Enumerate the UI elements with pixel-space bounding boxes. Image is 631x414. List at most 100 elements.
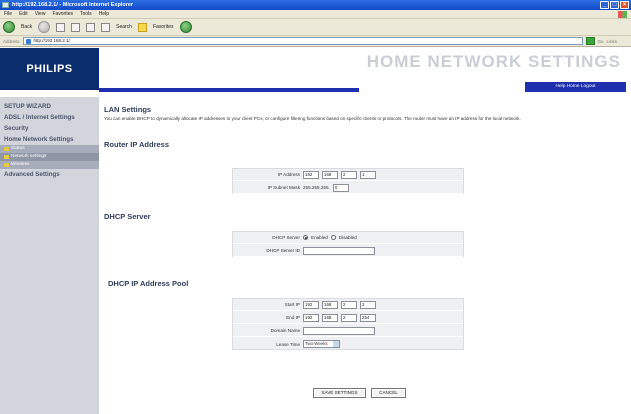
dhcp-server-id-label: DHCP Server ID bbox=[266, 248, 300, 253]
window-controls: _ □ × bbox=[600, 1, 629, 9]
router-ip-heading: Router IP Address bbox=[104, 140, 170, 149]
go-icon[interactable] bbox=[585, 37, 595, 45]
address-label: Address bbox=[3, 38, 20, 44]
subnet-mask-row: IP Subnet Mask 255.255.255. 0 bbox=[233, 182, 463, 194]
end-ip-octet-2[interactable]: 168 bbox=[322, 313, 338, 322]
dhcp-server-form: DHCP Server Enabled Disabled DHCP Server… bbox=[232, 231, 464, 257]
start-ip-octet-2[interactable]: 168 bbox=[322, 300, 338, 309]
dhcp-pool-form: Start IP 192 168 2 2 End IP 192 168 2 25… bbox=[232, 298, 464, 350]
home-icon[interactable] bbox=[86, 22, 96, 32]
dhcp-pool-heading: DHCP IP Address Pool bbox=[108, 279, 189, 288]
sidebar: SETUP WIZARD ADSL / Internet Settings Se… bbox=[0, 97, 99, 414]
dhcp-enabled-radio[interactable] bbox=[303, 235, 308, 240]
browser-toolbar: Back Search Favorites bbox=[0, 19, 631, 36]
sidebar-subitem-wireless[interactable]: Wireless bbox=[0, 161, 99, 169]
dhcp-server-label: DHCP Server bbox=[272, 235, 300, 240]
start-ip-octet-1[interactable]: 192 bbox=[303, 300, 319, 309]
favorites-label[interactable]: Favorites bbox=[153, 24, 174, 30]
menu-tools[interactable]: Tools bbox=[80, 10, 92, 18]
bullet-icon bbox=[4, 155, 9, 159]
page-title: LAN Settings bbox=[104, 105, 152, 114]
save-settings-button[interactable]: SAVE SETTINGS bbox=[313, 388, 366, 398]
dhcp-disabled-radio[interactable] bbox=[330, 235, 336, 240]
ip-octet-2[interactable]: 168 bbox=[322, 170, 338, 179]
end-ip-octet-1[interactable]: 192 bbox=[303, 313, 319, 322]
sidebar-subitem-label: Wireless bbox=[11, 162, 30, 167]
header-divider bbox=[99, 88, 359, 92]
sidebar-subitem-network-settings[interactable]: Network settings bbox=[0, 153, 99, 161]
menu-bar: File Edit View Favorites Tools Help bbox=[0, 10, 631, 19]
sidebar-item-home-network[interactable]: Home Network Settings bbox=[0, 134, 99, 145]
start-ip-octet-4[interactable]: 2 bbox=[360, 300, 376, 309]
ip-address-label: IP Address bbox=[277, 172, 300, 177]
ip-octet-1[interactable]: 192 bbox=[303, 170, 319, 179]
subnet-mask-prefix: 255.255.255. bbox=[303, 185, 330, 190]
subnet-mask-octet-4[interactable]: 0 bbox=[332, 183, 349, 192]
domain-name-row: Domain Name bbox=[233, 325, 463, 337]
start-ip-octet-3[interactable]: 2 bbox=[341, 300, 357, 309]
dhcp-server-row: DHCP Server Enabled Disabled bbox=[233, 232, 463, 244]
start-ip-row: Start IP 192 168 2 2 bbox=[233, 299, 463, 311]
close-button[interactable]: × bbox=[620, 1, 629, 9]
dhcp-disabled-label: Disabled bbox=[338, 235, 357, 240]
cancel-button[interactable]: CANCEL bbox=[371, 388, 406, 398]
dhcp-server-heading: DHCP Server bbox=[104, 212, 151, 221]
help-home-logout-links[interactable]: Help Home Logout bbox=[525, 82, 626, 92]
ip-octet-4[interactable]: 1 bbox=[360, 170, 376, 179]
sidebar-subitem-label: Status bbox=[11, 146, 25, 151]
ip-address-row: IP Address 192 168 2 1 bbox=[233, 169, 463, 181]
stop-icon[interactable] bbox=[56, 22, 66, 32]
menu-help[interactable]: Help bbox=[99, 10, 109, 18]
minimize-button[interactable]: _ bbox=[600, 1, 609, 9]
page-header-title: HOME NETWORK SETTINGS bbox=[366, 52, 621, 71]
router-ip-form: IP Address 192 168 2 1 IP Subnet Mask 25… bbox=[232, 168, 464, 194]
windows-logo-icon bbox=[618, 11, 627, 18]
philips-logo: PHILIPS bbox=[0, 48, 99, 90]
menu-edit[interactable]: Edit bbox=[19, 10, 28, 18]
back-arrow-icon[interactable] bbox=[3, 21, 15, 33]
address-input[interactable]: http://192.168.2.1/ bbox=[22, 37, 583, 45]
page-description: You can enable DHCP to dynamically alloc… bbox=[104, 116, 521, 121]
domain-name-input[interactable] bbox=[303, 326, 375, 335]
forward-arrow-icon[interactable] bbox=[38, 21, 51, 33]
sidebar-item-adsl[interactable]: ADSL / Internet Settings bbox=[0, 112, 99, 123]
search-icon[interactable] bbox=[101, 22, 111, 32]
sidebar-subitem-status[interactable]: Status bbox=[0, 145, 99, 153]
media-icon[interactable] bbox=[179, 21, 192, 33]
address-bar: Address http://192.168.2.1/ Go Links bbox=[0, 36, 631, 47]
back-label[interactable]: Back bbox=[21, 24, 32, 30]
sidebar-item-setup-wizard[interactable]: SETUP WIZARD bbox=[0, 101, 99, 112]
lease-time-label: Lease Time bbox=[276, 341, 300, 347]
ip-octet-3[interactable]: 2 bbox=[341, 170, 357, 179]
end-ip-label: End IP bbox=[286, 315, 300, 320]
window-title: http://192.168.2.1/ - Microsoft Internet… bbox=[12, 2, 134, 8]
dhcp-server-id-input[interactable] bbox=[303, 246, 375, 255]
end-ip-octet-4[interactable]: 254 bbox=[360, 313, 376, 322]
window-titlebar: http://192.168.2.1/ - Microsoft Internet… bbox=[0, 0, 631, 10]
sidebar-item-advanced[interactable]: Advanced Settings bbox=[0, 169, 99, 180]
bullet-icon bbox=[4, 163, 9, 167]
refresh-icon[interactable] bbox=[71, 22, 81, 32]
go-label[interactable]: Go bbox=[598, 39, 604, 44]
sidebar-subitem-label: Network settings bbox=[11, 154, 47, 159]
end-ip-row: End IP 192 168 2 254 bbox=[233, 312, 463, 324]
links-label[interactable]: Links bbox=[607, 39, 618, 44]
search-label[interactable]: Search bbox=[116, 24, 132, 30]
page: PHILIPS HOME NETWORK SETTINGS Help Home … bbox=[0, 48, 631, 414]
lease-time-row: Lease Time Two Weeks bbox=[233, 338, 463, 350]
sidebar-item-security[interactable]: Security bbox=[0, 123, 99, 134]
dhcp-enabled-label: Enabled bbox=[311, 235, 328, 240]
ie-icon bbox=[2, 2, 9, 8]
end-ip-octet-3[interactable]: 2 bbox=[341, 313, 357, 322]
menu-favorites[interactable]: Favorites bbox=[52, 10, 73, 18]
dhcp-server-id-row: DHCP Server ID bbox=[233, 245, 463, 257]
bullet-icon bbox=[4, 147, 9, 151]
lease-time-select[interactable]: Two Weeks bbox=[303, 340, 340, 348]
menu-view[interactable]: View bbox=[35, 10, 46, 18]
subnet-mask-label: IP Subnet Mask bbox=[267, 185, 300, 190]
menu-file[interactable]: File bbox=[4, 10, 12, 18]
favorites-star-icon[interactable] bbox=[137, 22, 147, 32]
maximize-button[interactable]: □ bbox=[610, 1, 619, 9]
start-ip-label: Start IP bbox=[284, 302, 300, 307]
domain-name-label: Domain Name bbox=[270, 328, 300, 333]
